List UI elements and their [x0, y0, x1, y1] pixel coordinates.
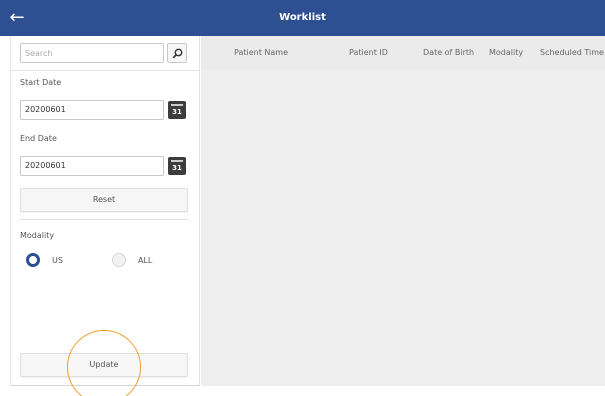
- modality-label: Modality: [20, 231, 55, 240]
- end-date-calendar-icon[interactable]: 31: [168, 157, 186, 175]
- column-patient-id[interactable]: Patient ID: [349, 48, 388, 57]
- calendar-day: 31: [172, 108, 182, 116]
- column-scheduled-time[interactable]: Scheduled Time: [540, 48, 604, 57]
- radio-us-label: US: [52, 256, 63, 265]
- search-button[interactable]: [167, 43, 187, 63]
- radio-us[interactable]: [26, 253, 40, 267]
- end-date-label: End Date: [20, 134, 57, 143]
- start-date-calendar-icon[interactable]: 31: [168, 101, 186, 119]
- radio-all-label: ALL: [138, 256, 153, 265]
- end-date-field[interactable]: 20200601: [20, 156, 164, 176]
- page-title: Worklist: [279, 12, 326, 23]
- start-date-field[interactable]: 20200601: [20, 100, 164, 120]
- calendar-day: 31: [172, 164, 182, 172]
- calendar-header: [171, 160, 183, 162]
- search-input[interactable]: [20, 43, 164, 63]
- calendar-header: [171, 104, 183, 106]
- update-button[interactable]: Update: [20, 353, 188, 377]
- column-patient-name[interactable]: Patient Name: [234, 48, 288, 57]
- radio-all[interactable]: [112, 253, 126, 267]
- divider: [10, 70, 200, 71]
- divider: [20, 219, 188, 220]
- column-date-of-birth[interactable]: Date of Birth: [423, 48, 474, 57]
- search-icon: [172, 48, 183, 59]
- worklist-table-area: [201, 36, 605, 386]
- column-modality[interactable]: Modality: [489, 48, 523, 57]
- title-bar: ← Worklist: [0, 0, 605, 36]
- start-date-label: Start Date: [20, 78, 62, 87]
- reset-button[interactable]: Reset: [20, 188, 188, 212]
